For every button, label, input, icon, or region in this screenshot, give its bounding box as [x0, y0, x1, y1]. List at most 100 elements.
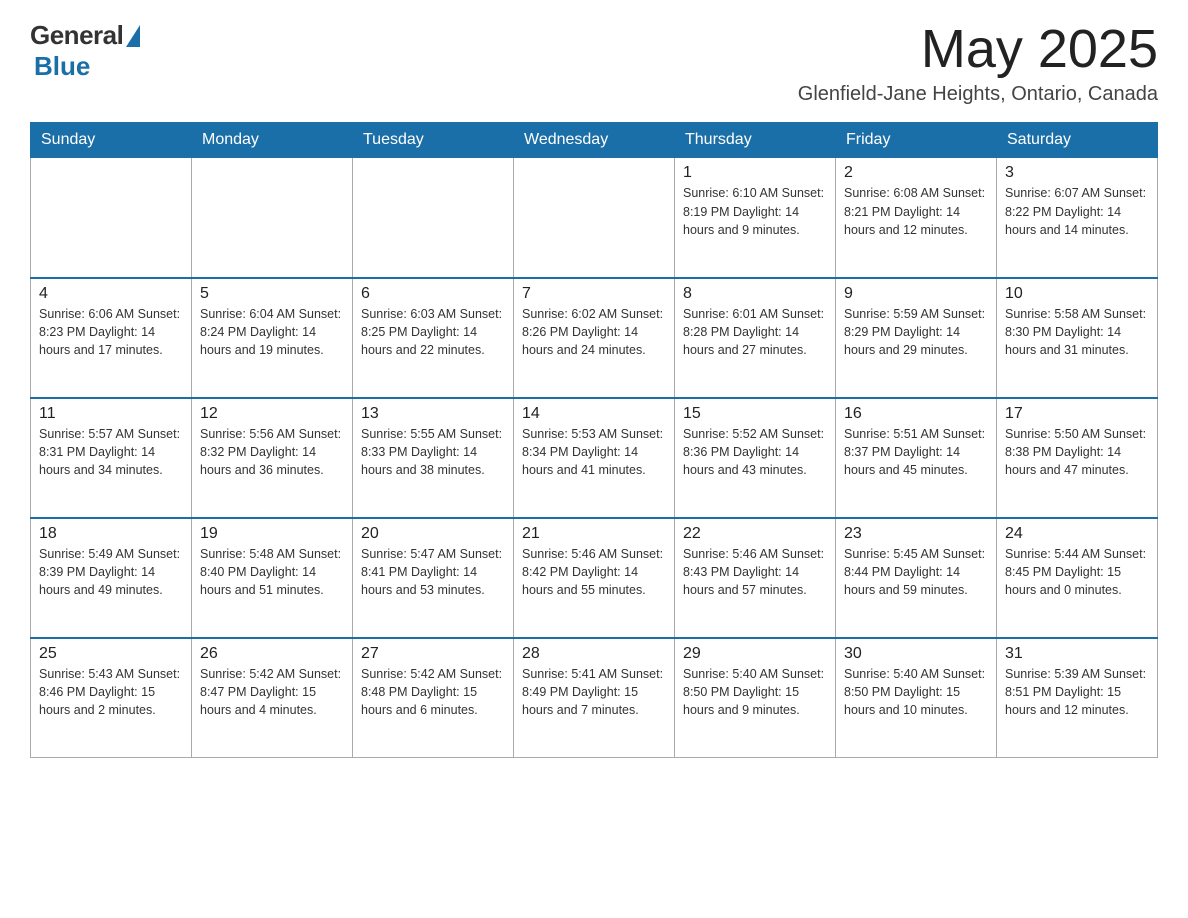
- day-number: 30: [844, 645, 988, 663]
- day-number: 22: [683, 525, 827, 543]
- day-info: Sunrise: 5:50 AM Sunset: 8:38 PM Dayligh…: [1005, 425, 1149, 479]
- day-info: Sunrise: 5:41 AM Sunset: 8:49 PM Dayligh…: [522, 665, 666, 719]
- calendar-cell: 17 Sunrise: 5:50 AM Sunset: 8:38 PM Dayli…: [997, 398, 1158, 518]
- calendar-cell: 1 Sunrise: 6:10 AM Sunset: 8:19 PM Daylig…: [675, 158, 836, 278]
- day-info: Sunrise: 5:56 AM Sunset: 8:32 PM Dayligh…: [200, 425, 344, 479]
- col-sunday: Sunday: [31, 123, 192, 158]
- calendar-cell: 8 Sunrise: 6:01 AM Sunset: 8:28 PM Daylig…: [675, 278, 836, 398]
- calendar-cell: 28 Sunrise: 5:41 AM Sunset: 8:49 PM Dayli…: [514, 638, 675, 758]
- calendar-cell: 29 Sunrise: 5:40 AM Sunset: 8:50 PM Dayli…: [675, 638, 836, 758]
- day-number: 29: [683, 645, 827, 663]
- day-number: 31: [1005, 645, 1149, 663]
- day-number: 6: [361, 285, 505, 303]
- day-number: 8: [683, 285, 827, 303]
- calendar-cell: 10 Sunrise: 5:58 AM Sunset: 8:30 PM Dayli…: [997, 278, 1158, 398]
- calendar-week-row: 18Sunrise: 5:49 AM Sunset: 8:39 PM Dayli…: [31, 518, 1158, 638]
- day-info: Sunrise: 5:42 AM Sunset: 8:48 PM Dayligh…: [361, 665, 505, 719]
- day-number: 2: [844, 164, 988, 182]
- day-info: Sunrise: 6:06 AM Sunset: 8:23 PM Dayligh…: [39, 305, 183, 359]
- calendar-cell: 7Sunrise: 6:02 AM Sunset: 8:26 PM Daylig…: [514, 278, 675, 398]
- day-number: 23: [844, 525, 988, 543]
- day-info: Sunrise: 6:01 AM Sunset: 8:28 PM Dayligh…: [683, 305, 827, 359]
- logo: General Blue: [30, 20, 140, 82]
- calendar-cell: 19Sunrise: 5:48 AM Sunset: 8:40 PM Dayli…: [192, 518, 353, 638]
- calendar-cell: 16 Sunrise: 5:51 AM Sunset: 8:37 PM Dayli…: [836, 398, 997, 518]
- day-info: Sunrise: 5:59 AM Sunset: 8:29 PM Dayligh…: [844, 305, 988, 359]
- calendar-header-row: Sunday Monday Tuesday Wednesday Thursday…: [31, 123, 1158, 158]
- page-header: General Blue May 2025 Glenfield-Jane Hei…: [30, 20, 1158, 106]
- calendar-cell: [31, 158, 192, 278]
- calendar-week-row: 1 Sunrise: 6:10 AM Sunset: 8:19 PM Daylig…: [31, 158, 1158, 278]
- day-number: 11: [39, 405, 183, 423]
- logo-triangle-icon: [126, 25, 140, 47]
- day-info: Sunrise: 5:44 AM Sunset: 8:45 PM Dayligh…: [1005, 545, 1149, 599]
- calendar-cell: [514, 158, 675, 278]
- day-number: 5: [200, 285, 344, 303]
- day-number: 26: [200, 645, 344, 663]
- day-number: 13: [361, 405, 505, 423]
- calendar-cell: 31 Sunrise: 5:39 AM Sunset: 8:51 PM Dayli…: [997, 638, 1158, 758]
- col-friday: Friday: [836, 123, 997, 158]
- day-info: Sunrise: 5:43 AM Sunset: 8:46 PM Dayligh…: [39, 665, 183, 719]
- day-info: Sunrise: 5:40 AM Sunset: 8:50 PM Dayligh…: [844, 665, 988, 719]
- calendar-cell: 13 Sunrise: 5:55 AM Sunset: 8:33 PM Dayli…: [353, 398, 514, 518]
- calendar-cell: 26 Sunrise: 5:42 AM Sunset: 8:47 PM Dayli…: [192, 638, 353, 758]
- day-info: Sunrise: 5:40 AM Sunset: 8:50 PM Dayligh…: [683, 665, 827, 719]
- day-number: 14: [522, 405, 666, 423]
- day-number: 1: [683, 164, 827, 182]
- calendar-cell: 5 Sunrise: 6:04 AM Sunset: 8:24 PM Daylig…: [192, 278, 353, 398]
- calendar-cell: 14 Sunrise: 5:53 AM Sunset: 8:34 PM Dayli…: [514, 398, 675, 518]
- col-tuesday: Tuesday: [353, 123, 514, 158]
- calendar-cell: 4 Sunrise: 6:06 AM Sunset: 8:23 PM Daylig…: [31, 278, 192, 398]
- day-info: Sunrise: 5:51 AM Sunset: 8:37 PM Dayligh…: [844, 425, 988, 479]
- calendar-cell: 6Sunrise: 6:03 AM Sunset: 8:25 PM Daylig…: [353, 278, 514, 398]
- col-monday: Monday: [192, 123, 353, 158]
- day-info: Sunrise: 5:47 AM Sunset: 8:41 PM Dayligh…: [361, 545, 505, 599]
- day-info: Sunrise: 5:45 AM Sunset: 8:44 PM Dayligh…: [844, 545, 988, 599]
- calendar-cell: 20 Sunrise: 5:47 AM Sunset: 8:41 PM Dayli…: [353, 518, 514, 638]
- logo-blue-text: Blue: [34, 51, 90, 82]
- day-info: Sunrise: 6:08 AM Sunset: 8:21 PM Dayligh…: [844, 184, 988, 238]
- calendar-table: Sunday Monday Tuesday Wednesday Thursday…: [30, 122, 1158, 758]
- day-number: 4: [39, 285, 183, 303]
- day-info: Sunrise: 5:55 AM Sunset: 8:33 PM Dayligh…: [361, 425, 505, 479]
- month-title: May 2025: [798, 20, 1158, 79]
- day-number: 21: [522, 525, 666, 543]
- day-info: Sunrise: 5:58 AM Sunset: 8:30 PM Dayligh…: [1005, 305, 1149, 359]
- day-info: Sunrise: 5:46 AM Sunset: 8:42 PM Dayligh…: [522, 545, 666, 599]
- day-info: Sunrise: 6:04 AM Sunset: 8:24 PM Dayligh…: [200, 305, 344, 359]
- day-number: 20: [361, 525, 505, 543]
- day-info: Sunrise: 5:53 AM Sunset: 8:34 PM Dayligh…: [522, 425, 666, 479]
- calendar-cell: 18Sunrise: 5:49 AM Sunset: 8:39 PM Dayli…: [31, 518, 192, 638]
- calendar-cell: 15Sunrise: 5:52 AM Sunset: 8:36 PM Dayli…: [675, 398, 836, 518]
- calendar-cell: 9 Sunrise: 5:59 AM Sunset: 8:29 PM Daylig…: [836, 278, 997, 398]
- calendar-cell: 30 Sunrise: 5:40 AM Sunset: 8:50 PM Dayli…: [836, 638, 997, 758]
- day-info: Sunrise: 5:46 AM Sunset: 8:43 PM Dayligh…: [683, 545, 827, 599]
- logo-general-text: General: [30, 20, 123, 51]
- col-thursday: Thursday: [675, 123, 836, 158]
- calendar-cell: 12Sunrise: 5:56 AM Sunset: 8:32 PM Dayli…: [192, 398, 353, 518]
- calendar-week-row: 25Sunrise: 5:43 AM Sunset: 8:46 PM Dayli…: [31, 638, 1158, 758]
- day-number: 17: [1005, 405, 1149, 423]
- title-section: May 2025 Glenfield-Jane Heights, Ontario…: [798, 20, 1158, 106]
- day-number: 18: [39, 525, 183, 543]
- day-info: Sunrise: 5:42 AM Sunset: 8:47 PM Dayligh…: [200, 665, 344, 719]
- day-number: 9: [844, 285, 988, 303]
- calendar-cell: [353, 158, 514, 278]
- day-info: Sunrise: 5:57 AM Sunset: 8:31 PM Dayligh…: [39, 425, 183, 479]
- calendar-cell: 21 Sunrise: 5:46 AM Sunset: 8:42 PM Dayli…: [514, 518, 675, 638]
- day-number: 15: [683, 405, 827, 423]
- calendar-cell: 27Sunrise: 5:42 AM Sunset: 8:48 PM Dayli…: [353, 638, 514, 758]
- day-number: 16: [844, 405, 988, 423]
- day-number: 24: [1005, 525, 1149, 543]
- day-number: 7: [522, 285, 666, 303]
- day-number: 28: [522, 645, 666, 663]
- day-info: Sunrise: 5:39 AM Sunset: 8:51 PM Dayligh…: [1005, 665, 1149, 719]
- day-info: Sunrise: 6:10 AM Sunset: 8:19 PM Dayligh…: [683, 184, 827, 238]
- day-number: 10: [1005, 285, 1149, 303]
- day-number: 3: [1005, 164, 1149, 182]
- col-wednesday: Wednesday: [514, 123, 675, 158]
- day-number: 19: [200, 525, 344, 543]
- calendar-cell: 11 Sunrise: 5:57 AM Sunset: 8:31 PM Dayli…: [31, 398, 192, 518]
- col-saturday: Saturday: [997, 123, 1158, 158]
